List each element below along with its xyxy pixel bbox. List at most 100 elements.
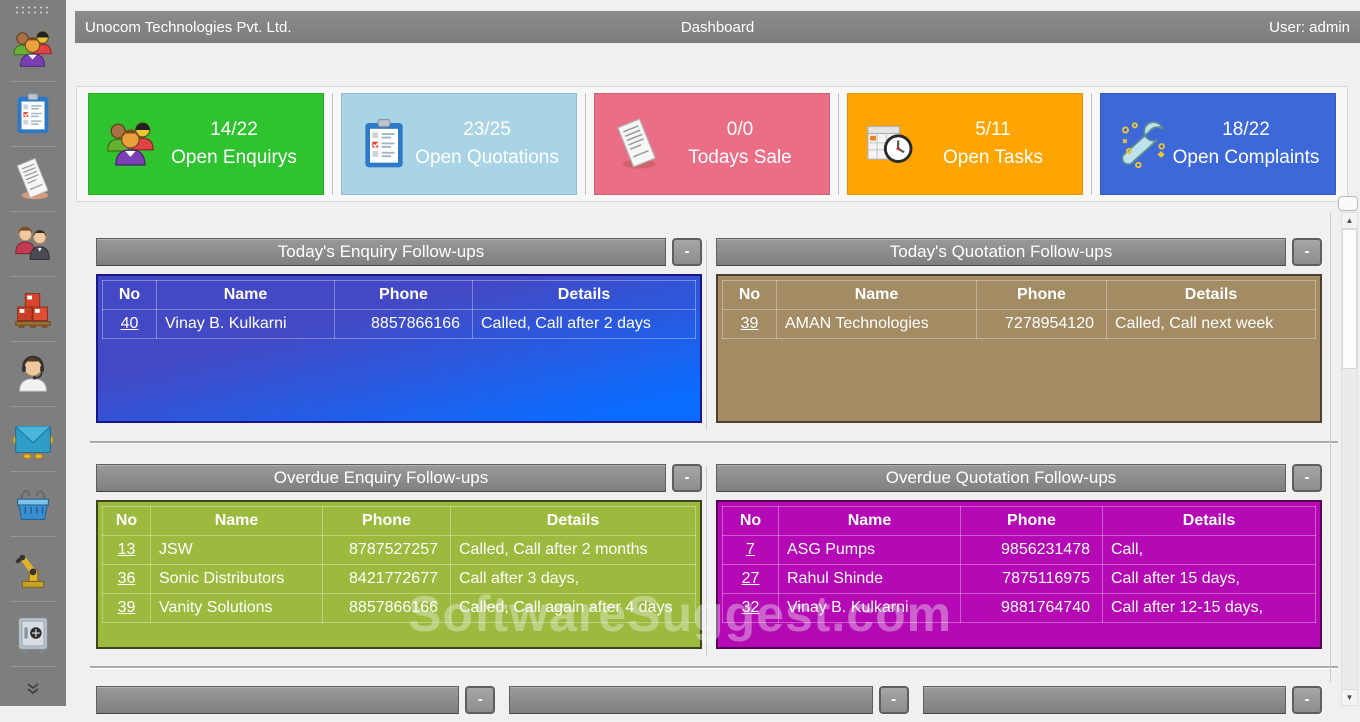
kpi-value: 14/22	[159, 116, 309, 144]
column-header[interactable]: No	[103, 281, 157, 310]
sidebar-item-enquiries[interactable]	[9, 25, 57, 73]
sidebar-item-machines[interactable]	[9, 545, 57, 593]
horizontal-divider	[90, 441, 1338, 444]
column-header[interactable]: No	[103, 507, 151, 536]
column-header[interactable]: No	[723, 281, 777, 310]
column-header[interactable]: Phone	[977, 281, 1107, 310]
details-cell: Call after 12-15 days,	[1103, 594, 1316, 623]
sidebar-item-products[interactable]	[9, 285, 57, 333]
chevron-double-down-icon	[25, 683, 41, 695]
panel-title	[923, 686, 1286, 714]
sidebar-grip-handle[interactable]	[14, 5, 52, 15]
phone-cell: 7278954120	[977, 310, 1107, 339]
card-separator	[332, 93, 333, 195]
column-header[interactable]: Name	[157, 281, 335, 310]
column-header[interactable]: Name	[779, 507, 961, 536]
sidebar-item-mail[interactable]	[9, 415, 57, 463]
phone-cell: 8787527257	[323, 536, 451, 565]
panel-bottom-3: -	[923, 686, 1322, 722]
no-cell: 39	[103, 594, 151, 623]
sidebar-item-customers[interactable]	[9, 220, 57, 268]
row-number-link[interactable]: 13	[118, 541, 136, 558]
minimize-button[interactable]: -	[1292, 238, 1322, 266]
sidebar-separator	[10, 406, 56, 407]
minimize-button[interactable]: -	[672, 464, 702, 492]
column-divider-line	[706, 466, 707, 656]
basket-icon	[10, 481, 56, 527]
row-number-link[interactable]: 40	[121, 315, 139, 332]
wrench-icon	[1115, 116, 1171, 172]
kpi-value: 23/25	[412, 116, 562, 144]
no-cell: 7	[723, 536, 779, 565]
column-header[interactable]: Phone	[323, 507, 451, 536]
phone-cell: 8421772677	[323, 565, 451, 594]
minimize-button[interactable]: -	[1292, 686, 1322, 714]
row-number-link[interactable]: 7	[746, 541, 755, 558]
row-number-link[interactable]: 36	[118, 570, 136, 587]
column-header[interactable]: Details	[451, 507, 696, 536]
support-headset-icon	[10, 351, 56, 397]
kpi-card-open-enquirys[interactable]: 14/22 Open Enquirys	[88, 93, 324, 195]
table-row: 27Rahul Shinde7875116975Call after 15 da…	[723, 565, 1316, 594]
row-number-link[interactable]: 39	[741, 315, 759, 332]
kpi-label: Open Quotations	[412, 144, 562, 172]
panel-title: Today's Quotation Follow-ups	[716, 238, 1286, 266]
table-row: 40Vinay B. Kulkarni8857866166Called, Cal…	[103, 310, 696, 339]
panel-bottom-2: -	[509, 686, 908, 722]
sidebar-overflow-chevron[interactable]	[0, 682, 66, 700]
receipt-icon	[609, 116, 665, 172]
man-woman-icon	[10, 221, 56, 267]
kpi-label: Open Enquirys	[159, 144, 309, 172]
card-separator	[838, 93, 839, 195]
column-header[interactable]: Details	[1107, 281, 1316, 310]
panel-overdue-enquiry-followups: Overdue Enquiry Follow-ups - NoNamePhone…	[96, 464, 702, 649]
minimize-button[interactable]: -	[879, 686, 909, 714]
column-header[interactable]: Phone	[961, 507, 1103, 536]
sidebar-item-basket[interactable]	[9, 480, 57, 528]
row-number-link[interactable]: 27	[742, 570, 760, 587]
minimize-button[interactable]: -	[465, 686, 495, 714]
kpi-value: 18/22	[1171, 116, 1321, 144]
column-header[interactable]: Phone	[335, 281, 473, 310]
panel-title	[509, 686, 872, 714]
table-row: 7ASG Pumps9856231478Call,	[723, 536, 1316, 565]
sidebar-item-sales[interactable]	[9, 155, 57, 203]
column-header[interactable]: Details	[473, 281, 696, 310]
kpi-value: 5/11	[918, 116, 1068, 144]
horizontal-divider	[90, 666, 1338, 669]
name-cell: Vanity Solutions	[151, 594, 323, 623]
scrollbar-thumb[interactable]	[1342, 229, 1357, 369]
sidebar-separator	[10, 276, 56, 277]
column-header[interactable]: No	[723, 507, 779, 536]
name-cell: Vinay B. Kulkarni	[779, 594, 961, 623]
minimize-button[interactable]: -	[1292, 464, 1322, 492]
sidebar-item-safe[interactable]	[9, 610, 57, 658]
collapsed-button-partial[interactable]	[1338, 196, 1358, 211]
sidebar-item-quotations[interactable]	[9, 90, 57, 138]
kpi-card-open-complaints[interactable]: 18/22 Open Complaints	[1100, 93, 1336, 195]
safe-icon	[10, 611, 56, 657]
row-number-link[interactable]: 39	[118, 599, 136, 616]
column-header[interactable]: Details	[1103, 507, 1316, 536]
content-right-border	[1330, 212, 1331, 682]
no-cell: 39	[723, 310, 777, 339]
user-label: User: admin	[754, 19, 1350, 36]
sidebar-item-support[interactable]	[9, 350, 57, 398]
minimize-button[interactable]: -	[672, 238, 702, 266]
no-cell: 32	[723, 594, 779, 623]
calendar-clock-icon	[862, 116, 918, 172]
kpi-card-todays-sale[interactable]: 0/0 Todays Sale	[594, 93, 830, 195]
scroll-down-arrow[interactable]: ▼	[1342, 689, 1357, 705]
kpi-card-open-tasks[interactable]: 5/11 Open Tasks	[847, 93, 1083, 195]
kpi-card-open-quotations[interactable]: 23/25 Open Quotations	[341, 93, 577, 195]
scroll-up-arrow[interactable]: ▲	[1342, 213, 1357, 229]
column-header[interactable]: Name	[151, 507, 323, 536]
sidebar-separator	[10, 601, 56, 602]
table-row: 13JSW8787527257Called, Call after 2 mont…	[103, 536, 696, 565]
no-cell: 40	[103, 310, 157, 339]
row-number-link[interactable]: 32	[742, 599, 760, 616]
column-header[interactable]: Name	[777, 281, 977, 310]
vertical-scrollbar[interactable]: ▲ ▼	[1341, 212, 1358, 706]
panel-title	[96, 686, 459, 714]
enquiry-followups-table: NoNamePhoneDetails 40Vinay B. Kulkarni88…	[96, 274, 702, 423]
